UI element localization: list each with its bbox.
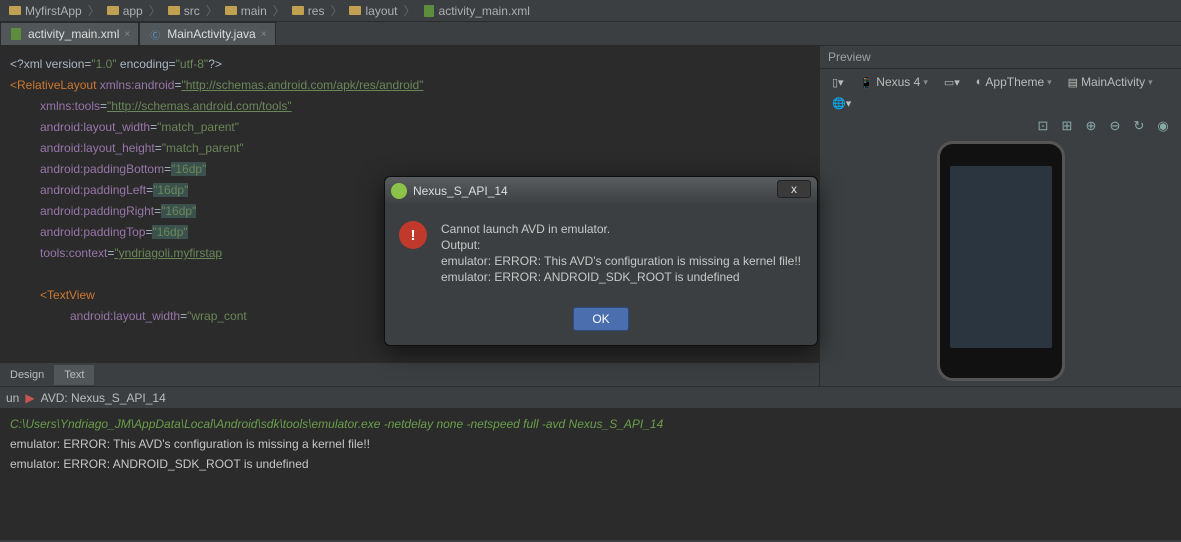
- design-text-tabs: Design Text: [0, 362, 819, 386]
- ok-button[interactable]: OK: [573, 307, 628, 331]
- run-toolbar: un ▶ AVD: Nexus_S_API_14: [0, 386, 1181, 408]
- dialog-close-button[interactable]: x: [777, 180, 811, 198]
- editor-tabs: activity_main.xml× ⒸMainActivity.java×: [0, 22, 1181, 46]
- zoom-fit-icon[interactable]: ⊞: [1059, 118, 1075, 134]
- preview-title: Preview: [820, 46, 1181, 69]
- breadcrumb: MyfirstApp〉 app〉 src〉 main〉 res〉 layout〉…: [0, 0, 1181, 22]
- bc-src[interactable]: src: [163, 4, 204, 18]
- bc-main[interactable]: main: [220, 4, 271, 18]
- device-select[interactable]: 📱 Nexus 4: [854, 73, 934, 91]
- refresh-icon[interactable]: ↻: [1131, 118, 1147, 134]
- console-error-1: emulator: ERROR: This AVD's configuratio…: [10, 434, 1171, 454]
- config-button[interactable]: ▭▾: [938, 74, 966, 91]
- tab-mainactivity[interactable]: ⒸMainActivity.java×: [139, 22, 275, 45]
- close-icon[interactable]: ×: [261, 29, 267, 40]
- run-config[interactable]: AVD: Nexus_S_API_14: [41, 391, 166, 405]
- tab-design[interactable]: Design: [0, 365, 54, 385]
- tab-activity-main[interactable]: activity_main.xml×: [0, 22, 139, 45]
- activity-select[interactable]: ▤ MainActivity: [1062, 73, 1159, 91]
- theme-select[interactable]: ◐ AppTheme: [970, 73, 1058, 91]
- preview-panel: Preview ▯▾ 📱 Nexus 4 ▭▾ ◐ AppTheme ▤ Mai…: [820, 46, 1181, 386]
- bc-res[interactable]: res: [287, 4, 329, 18]
- bc-app[interactable]: app: [102, 4, 147, 18]
- run-stop-icon[interactable]: ▶: [25, 391, 34, 405]
- dialog-titlebar[interactable]: Nexus_S_API_14 x: [385, 177, 817, 205]
- dialog-message: Cannot launch AVD in emulator. Output: e…: [441, 221, 801, 285]
- zoom-out-icon[interactable]: ⊖: [1107, 118, 1123, 134]
- bc-layout[interactable]: layout: [344, 4, 401, 18]
- close-icon[interactable]: ×: [124, 29, 130, 40]
- screenshot-icon[interactable]: ◉: [1155, 118, 1171, 134]
- bc-project[interactable]: MyfirstApp: [4, 4, 86, 18]
- console-command: C:\Users\Yndriago_JM\AppData\Local\Andro…: [10, 414, 1171, 434]
- dialog-title: Nexus_S_API_14: [413, 184, 508, 198]
- run-label: un: [6, 391, 19, 405]
- locale-button[interactable]: 🌐▾: [826, 95, 857, 112]
- zoom-actual-icon[interactable]: ⊡: [1035, 118, 1051, 134]
- run-console[interactable]: C:\Users\Yndriago_JM\AppData\Local\Andro…: [0, 408, 1181, 540]
- bc-file[interactable]: activity_main.xml: [418, 4, 534, 18]
- device-preview: [820, 136, 1181, 386]
- error-icon: !: [399, 221, 427, 249]
- zoom-in-icon[interactable]: ⊕: [1083, 118, 1099, 134]
- error-dialog: Nexus_S_API_14 x ! Cannot launch AVD in …: [384, 176, 818, 346]
- tab-text[interactable]: Text: [54, 365, 94, 385]
- orientation-button[interactable]: ▯▾: [826, 74, 850, 91]
- console-error-2: emulator: ERROR: ANDROID_SDK_ROOT is und…: [10, 454, 1171, 474]
- android-icon: [391, 183, 407, 199]
